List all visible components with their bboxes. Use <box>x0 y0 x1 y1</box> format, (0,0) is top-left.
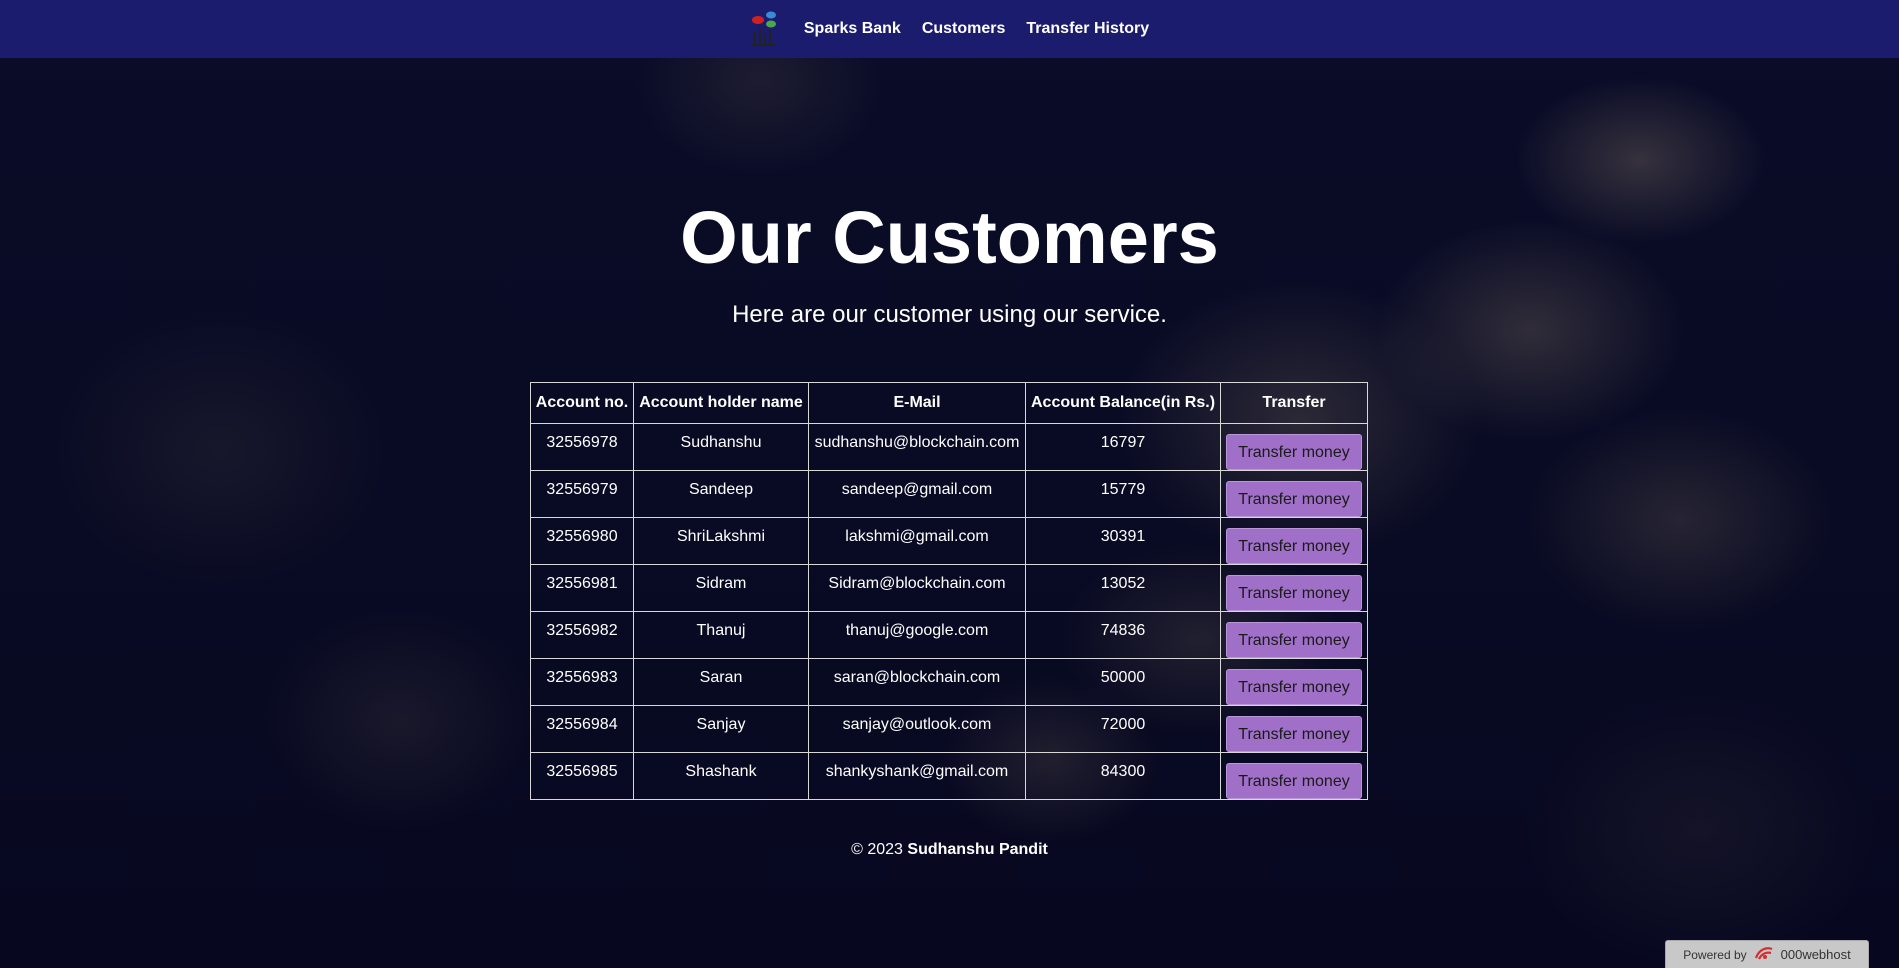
cell-email: sudhanshu@blockchain.com <box>808 423 1026 471</box>
transfer-money-button[interactable]: Transfer money <box>1226 481 1362 517</box>
cell-holder-name: Sanjay <box>633 705 809 753</box>
cell-holder-name: Sidram <box>633 564 809 612</box>
transfer-money-button[interactable]: Transfer money <box>1226 622 1362 658</box>
header-account-no: Account no. <box>530 382 634 424</box>
customers-table: Account no. Account holder name E-Mail A… <box>530 382 1368 800</box>
footer-author: Sudhanshu Pandit <box>907 841 1048 858</box>
cell-balance: 74836 <box>1025 611 1221 659</box>
page-title: Our Customers <box>680 196 1219 279</box>
table-header-row: Account no. Account holder name E-Mail A… <box>530 382 1368 424</box>
cell-email: shankyshank@gmail.com <box>808 752 1026 800</box>
cell-holder-name: Thanuj <box>633 611 809 659</box>
table-row: 32556982 Thanuj thanuj@google.com 74836 … <box>530 611 1368 659</box>
cell-transfer: Transfer money <box>1220 564 1368 612</box>
nav-transfer-history-link[interactable]: Transfer History <box>1026 20 1149 38</box>
powered-by-badge[interactable]: Powered by 000webhost <box>1665 940 1869 968</box>
nav-inner: Sparks Bank Customers Transfer History <box>750 10 1149 48</box>
table-row: 32556985 Shashank shankyshank@gmail.com … <box>530 752 1368 800</box>
cell-balance: 30391 <box>1025 517 1221 565</box>
cell-balance: 15779 <box>1025 470 1221 518</box>
cell-balance: 16797 <box>1025 423 1221 471</box>
transfer-money-button[interactable]: Transfer money <box>1226 763 1362 799</box>
cell-email: sandeep@gmail.com <box>808 470 1026 518</box>
cell-email: Sidram@blockchain.com <box>808 564 1026 612</box>
cell-holder-name: Shashank <box>633 752 809 800</box>
cell-transfer: Transfer money <box>1220 611 1368 659</box>
cell-account-no: 32556982 <box>530 611 634 659</box>
nav-customers-link[interactable]: Customers <box>922 20 1006 38</box>
cell-transfer: Transfer money <box>1220 517 1368 565</box>
cell-account-no: 32556980 <box>530 517 634 565</box>
powered-by-label: Powered by <box>1683 947 1747 962</box>
transfer-money-button[interactable]: Transfer money <box>1226 528 1362 564</box>
table-row: 32556983 Saran saran@blockchain.com 5000… <box>530 658 1368 706</box>
cell-balance: 84300 <box>1025 752 1221 800</box>
cell-account-no: 32556983 <box>530 658 634 706</box>
cell-account-no: 32556978 <box>530 423 634 471</box>
cell-balance: 13052 <box>1025 564 1221 612</box>
cell-account-no: 32556981 <box>530 564 634 612</box>
cell-email: lakshmi@gmail.com <box>808 517 1026 565</box>
cell-holder-name: Sandeep <box>633 470 809 518</box>
transfer-money-button[interactable]: Transfer money <box>1226 716 1362 752</box>
cell-holder-name: Sudhanshu <box>633 423 809 471</box>
footer-copyright: © 2023 <box>851 841 903 858</box>
cell-transfer: Transfer money <box>1220 752 1368 800</box>
cell-holder-name: ShriLakshmi <box>633 517 809 565</box>
table-row: 32556978 Sudhanshu sudhanshu@blockchain.… <box>530 423 1368 471</box>
footer: © 2023 Sudhanshu Pandit <box>0 841 1899 859</box>
webhost-logo-icon <box>1753 945 1775 964</box>
cell-balance: 50000 <box>1025 658 1221 706</box>
transfer-money-button[interactable]: Transfer money <box>1226 434 1362 470</box>
cell-email: saran@blockchain.com <box>808 658 1026 706</box>
navbar: Sparks Bank Customers Transfer History <box>0 0 1899 58</box>
cell-account-no: 32556984 <box>530 705 634 753</box>
bank-logo-icon[interactable] <box>750 10 780 48</box>
cell-balance: 72000 <box>1025 705 1221 753</box>
transfer-money-button[interactable]: Transfer money <box>1226 575 1362 611</box>
cell-transfer: Transfer money <box>1220 423 1368 471</box>
transfer-money-button[interactable]: Transfer money <box>1226 669 1362 705</box>
table-row: 32556981 Sidram Sidram@blockchain.com 13… <box>530 564 1368 612</box>
table-row: 32556980 ShriLakshmi lakshmi@gmail.com 3… <box>530 517 1368 565</box>
cell-account-no: 32556979 <box>530 470 634 518</box>
nav-brand-link[interactable]: Sparks Bank <box>804 20 901 38</box>
table-row: 32556979 Sandeep sandeep@gmail.com 15779… <box>530 470 1368 518</box>
cell-transfer: Transfer money <box>1220 658 1368 706</box>
cell-holder-name: Saran <box>633 658 809 706</box>
header-balance: Account Balance(in Rs.) <box>1025 382 1221 424</box>
header-email: E-Mail <box>808 382 1026 424</box>
header-transfer: Transfer <box>1220 382 1368 424</box>
cell-email: sanjay@outlook.com <box>808 705 1026 753</box>
cell-transfer: Transfer money <box>1220 705 1368 753</box>
powered-by-host: 000webhost <box>1780 947 1851 962</box>
page-subtitle: Here are our customer using our service. <box>732 301 1167 328</box>
cell-account-no: 32556985 <box>530 752 634 800</box>
cell-transfer: Transfer money <box>1220 470 1368 518</box>
header-account-holder: Account holder name <box>633 382 809 424</box>
table-row: 32556984 Sanjay sanjay@outlook.com 72000… <box>530 705 1368 753</box>
cell-email: thanuj@google.com <box>808 611 1026 659</box>
